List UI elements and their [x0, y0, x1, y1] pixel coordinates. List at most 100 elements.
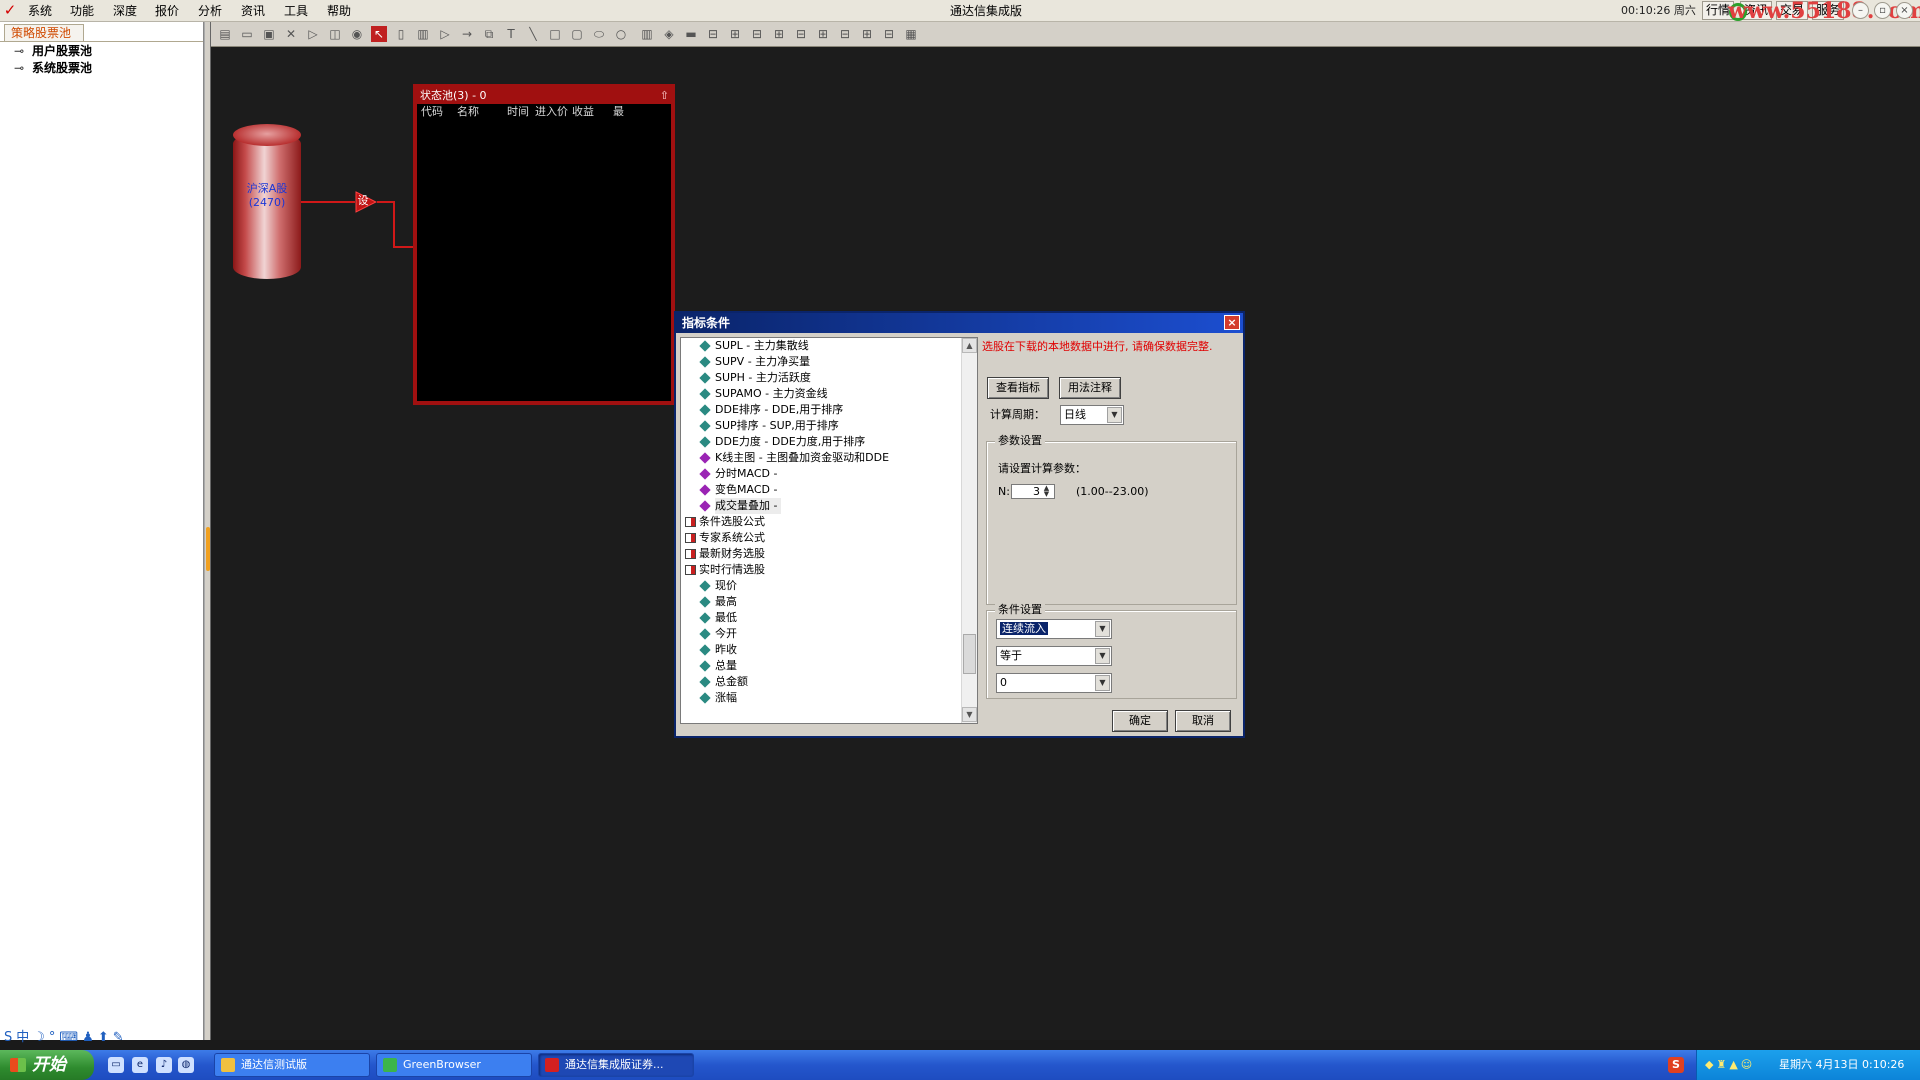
task-tdx-test[interactable]: 通达信测试版	[214, 1053, 370, 1077]
media-icon[interactable]: ♪	[156, 1057, 172, 1073]
show-desktop-icon[interactable]: ▭	[108, 1057, 124, 1073]
tree-item[interactable]: SUPH - 主力活跃度	[681, 370, 961, 386]
tree-item[interactable]: 昨收	[681, 642, 961, 658]
align-bottom-icon[interactable]: ⊞	[815, 26, 831, 42]
condition-field-select[interactable]: 连续流入 ▼	[996, 619, 1112, 639]
tree-item[interactable]: SUPV - 主力净买量	[681, 354, 961, 370]
tree-item[interactable]: 专家系统公式	[681, 530, 961, 546]
ime-toolbar[interactable]: S中☽°⌨♟⬆✎	[0, 1028, 170, 1048]
align-top-icon[interactable]: ⊞	[771, 26, 787, 42]
tree-item[interactable]: 条件选股公式	[681, 514, 961, 530]
tree-node-user-pool[interactable]: ⊸ 用户股票池	[14, 43, 92, 59]
dialog-titlebar[interactable]: 指标条件 ×	[676, 313, 1243, 333]
tree-item[interactable]: 最高	[681, 594, 961, 610]
condition-operator-select[interactable]: 等于 ▼	[996, 646, 1112, 666]
task-greenbrowser[interactable]: GreenBrowser	[376, 1053, 532, 1077]
menu-analysis[interactable]: 分析	[198, 3, 222, 19]
same-width-icon[interactable]: ⊟	[837, 26, 853, 42]
fill-icon[interactable]: ◈	[661, 26, 677, 42]
column-header[interactable]: 进入价	[535, 105, 568, 119]
tree-item[interactable]: 今开	[681, 626, 961, 642]
new-file-icon[interactable]: ▤	[217, 26, 233, 42]
menu-quote[interactable]: 报价	[155, 3, 179, 19]
cancel-button[interactable]: 取消	[1175, 710, 1231, 732]
splitter-grip[interactable]	[206, 527, 210, 571]
play-icon[interactable]: ▷	[305, 26, 321, 42]
align-right-icon[interactable]: ⊟	[749, 26, 765, 42]
align-center-icon[interactable]: ⊞	[727, 26, 743, 42]
spinner-icon[interactable]: ▲ ▼	[1040, 485, 1053, 498]
tree-node-system-pool[interactable]: ⊸ 系统股票池	[14, 60, 92, 76]
task-tdx-integrated[interactable]: 通达信集成版证券...	[538, 1053, 694, 1077]
sogou-input-icon[interactable]: S	[1668, 1057, 1684, 1073]
pin-icon[interactable]: ⇧	[660, 88, 669, 103]
column-header[interactable]: 代码	[421, 105, 443, 119]
menu-info[interactable]: 资讯	[241, 3, 265, 19]
ellipse-icon[interactable]: ⬭	[591, 26, 607, 42]
menu-depth[interactable]: 深度	[113, 3, 137, 19]
restore-icon[interactable]: ▫	[1874, 2, 1891, 19]
pause-icon[interactable]: ◫	[327, 26, 343, 42]
tree-item[interactable]: 现价	[681, 578, 961, 594]
panel-splitter[interactable]	[204, 22, 211, 1040]
pointer-icon[interactable]: ↖	[371, 26, 387, 42]
align-left-icon[interactable]: ⊟	[705, 26, 721, 42]
stop-icon[interactable]: ◉	[349, 26, 365, 42]
minimize-icon[interactable]: –	[1852, 2, 1869, 19]
indicator-tree[interactable]: SUPL - 主力集散线 SUPV - 主力净买量 SUPH - 主力活跃度 SUPA…	[680, 337, 978, 724]
triangle-icon[interactable]: ▷	[437, 26, 453, 42]
line-width-icon[interactable]: ▬	[683, 26, 699, 42]
tree-item[interactable]: 总量	[681, 658, 961, 674]
column-header[interactable]: 收益	[572, 105, 594, 119]
tree-item[interactable]: K线主图 - 主图叠加资金驱动和DDE	[681, 450, 961, 466]
state-pool-panel[interactable]: 状态池(3) - 0 ⇧ 代码 名称 时间 进入价 收益 最	[413, 84, 675, 405]
trash-icon[interactable]: ▥	[639, 26, 655, 42]
scroll-up-icon[interactable]: ▲	[962, 338, 977, 353]
arrow-icon[interactable]: →	[459, 26, 475, 42]
tree-item[interactable]: 实时行情选股	[681, 562, 961, 578]
column-header[interactable]: 名称	[457, 105, 479, 119]
delete-icon[interactable]: ✕	[283, 26, 299, 42]
text-icon[interactable]: T	[503, 26, 519, 42]
tree-item[interactable]: 成交量叠加 -	[681, 498, 961, 514]
ie-browser-icon[interactable]: e	[132, 1057, 148, 1073]
grid-icon[interactable]: ▦	[903, 26, 919, 42]
tree-item[interactable]: SUPAMO - 主力资金线	[681, 386, 961, 402]
condition-value-select[interactable]: 0 ▼	[996, 673, 1112, 693]
state-pool-header[interactable]: 状态池(3) - 0 ⇧	[417, 88, 671, 104]
close-icon[interactable]: ×	[1896, 2, 1913, 19]
open-folder-icon[interactable]: ▭	[239, 26, 255, 42]
tree-item[interactable]: SUPL - 主力集散线	[681, 338, 961, 354]
same-height-icon[interactable]: ⊞	[859, 26, 875, 42]
tree-item[interactable]: 总金额	[681, 674, 961, 690]
view-indicator-button[interactable]: 查看指标	[987, 377, 1049, 399]
tree-item[interactable]: DDE排序 - DDE,用于排序	[681, 402, 961, 418]
chevron-down-icon[interactable]: ▼	[1095, 675, 1110, 691]
scroll-thumb[interactable]	[963, 634, 976, 674]
cylinder-icon[interactable]: ▯	[393, 26, 409, 42]
period-select[interactable]: 日线 ▼	[1060, 405, 1124, 425]
menu-system[interactable]: 系统	[28, 3, 52, 19]
tree-item[interactable]: 最新财务选股	[681, 546, 961, 562]
menu-tools[interactable]: 工具	[284, 3, 308, 19]
menu-function[interactable]: 功能	[70, 3, 94, 19]
chevron-down-icon[interactable]: ▼	[1107, 407, 1122, 423]
dialog-close-icon[interactable]: ×	[1224, 315, 1240, 330]
firefox-icon[interactable]: ◍	[178, 1057, 194, 1073]
tray-icons[interactable]: ◆♜▲☺	[1705, 1058, 1755, 1072]
column-header[interactable]: 时间	[507, 105, 529, 119]
usage-note-button[interactable]: 用法注释	[1059, 377, 1121, 399]
list-icon[interactable]: ▥	[415, 26, 431, 42]
tree-item[interactable]: 分时MACD -	[681, 466, 961, 482]
save-icon[interactable]: ▣	[261, 26, 277, 42]
scroll-down-icon[interactable]: ▼	[962, 707, 977, 722]
tree-item[interactable]: 最低	[681, 610, 961, 626]
start-button[interactable]: 开始	[0, 1050, 94, 1080]
tree-item[interactable]: 涨幅	[681, 690, 961, 706]
align-middle-icon[interactable]: ⊟	[793, 26, 809, 42]
same-size-icon[interactable]: ⊟	[881, 26, 897, 42]
tree-item[interactable]: DDE力度 - DDE力度,用于排序	[681, 434, 961, 450]
copy-icon[interactable]: ⧉	[481, 26, 497, 42]
rectangle-icon[interactable]: □	[547, 26, 563, 42]
tree-scrollbar[interactable]: ▲ ▼	[961, 338, 977, 723]
